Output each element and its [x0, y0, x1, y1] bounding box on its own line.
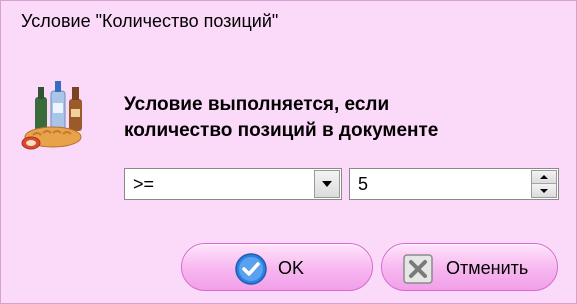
cross-icon [402, 253, 434, 285]
operator-select-value: >= [133, 174, 155, 194]
window-title: Условие "Количество позиций" [21, 11, 279, 31]
cancel-button[interactable]: Отменить [381, 243, 558, 291]
condition-dialog: Условие "Количество позиций" Условие вып… [0, 0, 577, 304]
check-icon [234, 252, 268, 286]
prompt-line-1: Условие выполняется, если [124, 94, 390, 115]
ok-button[interactable]: OK [181, 243, 373, 291]
count-stepper[interactable] [349, 168, 559, 200]
operator-select[interactable]: >= [124, 168, 342, 200]
condition-prompt: Условие выполняется, если количество поз… [124, 92, 438, 144]
chevron-down-icon[interactable] [314, 170, 340, 198]
stepper-buttons [531, 170, 557, 198]
count-input[interactable] [358, 174, 518, 195]
cancel-button-label: Отменить [446, 258, 529, 278]
title-bar: Условие "Количество позиций" [1, 1, 576, 37]
prompt-line-2: количество позиций в документе [124, 120, 439, 141]
decrement-icon[interactable] [532, 184, 556, 197]
bottles-and-bread-icon [21, 77, 109, 153]
ok-button-label: OK [278, 258, 305, 278]
increment-icon[interactable] [532, 171, 556, 184]
